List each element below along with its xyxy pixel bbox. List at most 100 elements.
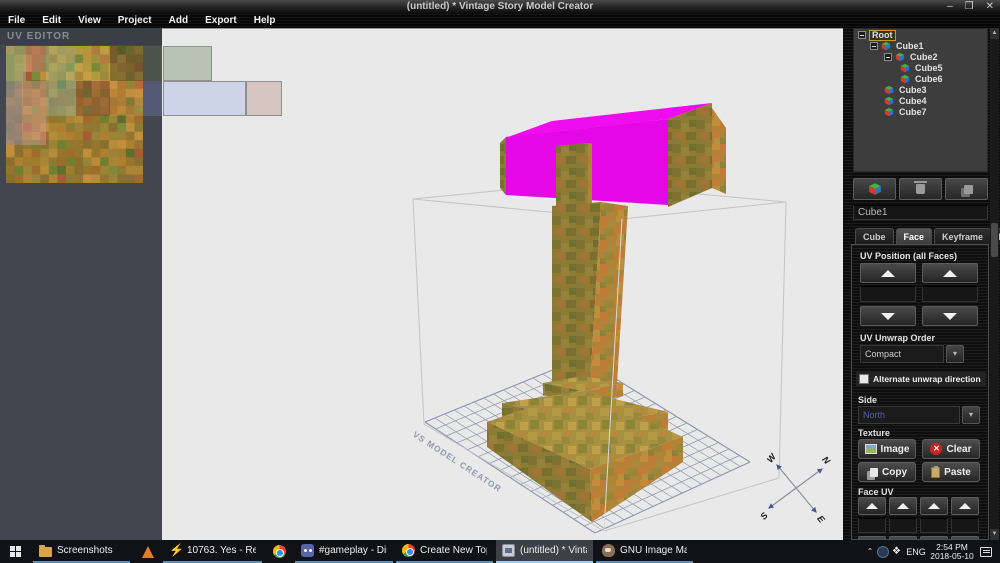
cube-icon xyxy=(884,85,894,95)
face-uv-up-button-3[interactable] xyxy=(920,497,948,515)
trash-icon xyxy=(916,184,925,194)
tree-item-cube6[interactable]: Cube6 xyxy=(854,74,987,84)
texture-paste-button[interactable]: Paste xyxy=(922,462,980,482)
clock-date: 2018-05-10 xyxy=(930,551,973,561)
menu-view[interactable]: View xyxy=(78,14,101,28)
uv-up-button-2[interactable] xyxy=(922,263,978,283)
chevron-down-icon[interactable]: ▾ xyxy=(962,406,980,424)
steam-tray-icon[interactable] xyxy=(877,546,889,558)
taskbar-item-screenshots[interactable]: Screenshots xyxy=(33,540,130,563)
alternate-unwrap-row: Alternate unwrap direction xyxy=(856,372,986,386)
arrow-up-icon xyxy=(866,503,878,509)
uv-texture-canvas[interactable] xyxy=(6,46,143,183)
delete-cube-button[interactable] xyxy=(899,178,942,200)
start-button[interactable] xyxy=(0,540,30,563)
uv-down-button-2[interactable] xyxy=(922,306,978,326)
alternate-unwrap-label: Alternate unwrap direction xyxy=(873,374,981,384)
cube-icon xyxy=(881,41,891,51)
arrow-down-icon xyxy=(943,313,957,320)
window-title: (untitled) * Vintage Story Model Creator xyxy=(0,1,1000,12)
uv-y-field[interactable] xyxy=(922,286,978,302)
gimp-icon xyxy=(602,544,615,557)
cube-icon xyxy=(884,96,894,106)
face-uv-up-button-2[interactable] xyxy=(889,497,917,515)
uv-down-button-1[interactable] xyxy=(860,306,916,326)
texture-clear-button[interactable]: ✕ Clear xyxy=(922,439,980,459)
uv-position-label: UV Position (all Faces) xyxy=(860,251,957,261)
arrow-up-icon xyxy=(943,270,957,277)
taskbar-item-discord[interactable]: #gameplay - Discord xyxy=(295,540,393,563)
tree-item-cube4[interactable]: Cube4 xyxy=(854,96,987,106)
uv-up-button-1[interactable] xyxy=(860,263,916,283)
menu-add[interactable]: Add xyxy=(169,14,188,28)
uv-unwrap-order-label: UV Unwrap Order xyxy=(860,333,935,343)
face-uv-field-2[interactable] xyxy=(889,518,917,533)
tree-item-cube7[interactable]: Cube7 xyxy=(854,107,987,117)
cube-icon xyxy=(895,52,905,62)
menu-edit[interactable]: Edit xyxy=(42,14,61,28)
clear-x-icon: ✕ xyxy=(930,443,942,455)
panel-scrollbar[interactable]: ▲ ▼ xyxy=(990,28,999,540)
uv-x-field[interactable] xyxy=(860,286,916,302)
texture-image-button[interactable]: Image xyxy=(858,439,916,459)
tree-item-cube2[interactable]: Cube2 xyxy=(854,52,987,62)
uv-editor-panel: UV EDITOR xyxy=(0,28,162,540)
cube-icon xyxy=(884,107,894,117)
cube-name-field[interactable]: Cube1 xyxy=(853,205,988,220)
face-uv-up-button-1[interactable] xyxy=(858,497,886,515)
menu-help[interactable]: Help xyxy=(254,14,276,28)
face-uv-up-button-4[interactable] xyxy=(951,497,979,515)
chevron-down-icon[interactable]: ▾ xyxy=(946,345,964,363)
copy-icon xyxy=(870,468,878,477)
alternate-unwrap-checkbox[interactable] xyxy=(859,374,869,384)
scroll-thumb[interactable] xyxy=(991,223,998,257)
cube-icon xyxy=(900,63,910,73)
image-icon xyxy=(865,444,877,454)
duplicate-icon xyxy=(964,185,973,194)
viewport-3d[interactable] xyxy=(162,28,843,540)
tree-item-cube3[interactable]: Cube3 xyxy=(854,85,987,95)
uv-editor-title: UV EDITOR xyxy=(0,28,162,45)
tab-face[interactable]: Face xyxy=(896,228,933,245)
menu-project[interactable]: Project xyxy=(118,14,152,28)
collapse-icon[interactable] xyxy=(870,42,878,50)
texture-label: Texture xyxy=(858,428,890,438)
face-uv-field-3[interactable] xyxy=(920,518,948,533)
taskbar-item-vlc[interactable] xyxy=(136,540,160,563)
tree-item-root[interactable]: Root xyxy=(854,30,987,40)
tray-expand-icon[interactable]: ⌃ xyxy=(863,547,877,556)
restore-icon[interactable]: ❐ xyxy=(965,0,974,14)
tree-item-cube1[interactable]: Cube1 xyxy=(854,41,987,51)
face-uv-field-1[interactable] xyxy=(858,518,886,533)
window-controls: – ❐ ✕ xyxy=(947,0,994,14)
dropbox-tray-icon[interactable]: ❖ xyxy=(889,546,904,557)
scroll-down-icon[interactable]: ▼ xyxy=(990,529,999,540)
unwrap-order-select[interactable]: Compact xyxy=(860,345,944,363)
menu-file[interactable]: File xyxy=(8,14,25,28)
minimize-icon[interactable]: – xyxy=(947,0,953,14)
menubar: File Edit View Project Add Export Help xyxy=(0,14,1000,28)
taskbar-item-model-creator[interactable]: (untitled) * Vintage ... xyxy=(496,540,593,563)
tab-keyframe[interactable]: Keyframe xyxy=(934,228,991,245)
scroll-up-icon[interactable]: ▲ xyxy=(990,28,999,39)
clock[interactable]: 2:54 PM 2018-05-10 xyxy=(928,543,976,561)
face-uv-field-4[interactable] xyxy=(951,518,979,533)
collapse-icon[interactable] xyxy=(858,31,866,39)
texture-copy-button[interactable]: Copy xyxy=(858,462,916,482)
taskbar-item-chrome[interactable] xyxy=(267,540,291,563)
side-select[interactable]: North xyxy=(858,406,960,424)
collapse-icon[interactable] xyxy=(884,53,892,61)
language-indicator[interactable]: ENG xyxy=(904,547,928,557)
taskbar-item-create-topic[interactable]: Create New Topic -... xyxy=(396,540,493,563)
inspector-panel: Root Cube1 Cube2 Cube5 xyxy=(843,28,1000,540)
tree-item-cube5[interactable]: Cube5 xyxy=(854,63,987,73)
tab-cube[interactable]: Cube xyxy=(855,228,894,245)
taskbar-item-gimp[interactable]: GNU Image Manip... xyxy=(596,540,693,563)
menu-export[interactable]: Export xyxy=(205,14,237,28)
add-cube-button[interactable] xyxy=(853,178,896,200)
face-tab-content: UV Position (all Faces) UV Unwrap Order … xyxy=(851,244,989,540)
action-center-icon[interactable] xyxy=(980,547,992,557)
taskbar-item-winamp[interactable]: ⚡ 10763. Yes - Real Lo... xyxy=(163,540,262,563)
close-icon[interactable]: ✕ xyxy=(986,0,994,14)
duplicate-cube-button[interactable] xyxy=(945,178,988,200)
